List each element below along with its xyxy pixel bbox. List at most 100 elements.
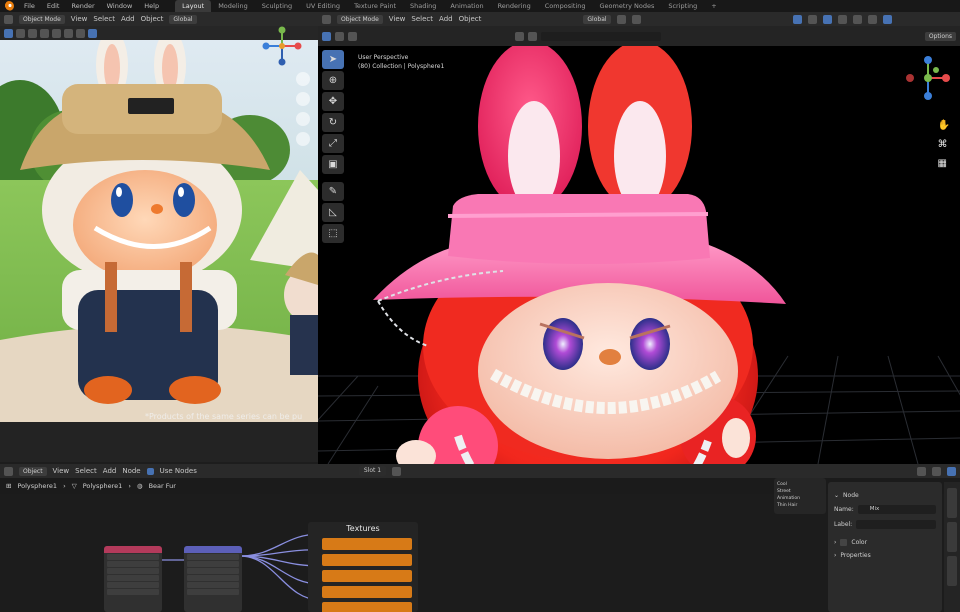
- breadcrumb-item[interactable]: Polysphere1: [17, 482, 57, 490]
- tab-modeling[interactable]: Modeling: [211, 0, 255, 12]
- navigation-gizmo-icon[interactable]: [902, 52, 954, 104]
- breadcrumb-item[interactable]: Bear Fur: [149, 482, 176, 490]
- move-tool-icon[interactable]: ✥: [322, 92, 344, 111]
- list-item[interactable]: Animation: [777, 495, 823, 502]
- viewport-orientation-dropdown[interactable]: Global: [583, 14, 611, 24]
- tab-compositing[interactable]: Compositing: [538, 0, 593, 12]
- mode-dropdown[interactable]: Object Mode: [19, 14, 65, 24]
- editor-type-icon[interactable]: [4, 466, 13, 476]
- cursor-icon[interactable]: [16, 28, 25, 38]
- properties-row[interactable]: › Properties: [834, 552, 936, 559]
- menu-add[interactable]: Add: [121, 15, 135, 23]
- tab-node[interactable]: [947, 488, 957, 518]
- menu-object[interactable]: Object: [141, 15, 164, 23]
- move-icon[interactable]: [28, 28, 37, 38]
- color-row[interactable]: › Color: [834, 539, 936, 546]
- list-item[interactable]: Cool: [777, 481, 823, 488]
- options-button[interactable]: Options: [924, 31, 956, 41]
- proportional-icon[interactable]: [631, 14, 641, 24]
- select-mode-icon[interactable]: [335, 31, 344, 41]
- node-socket[interactable]: [187, 575, 239, 581]
- list-item[interactable]: Street: [777, 488, 823, 495]
- tab-rendering[interactable]: Rendering: [491, 0, 538, 12]
- viewport-menu-select[interactable]: Select: [411, 15, 433, 23]
- menu-help[interactable]: Help: [138, 2, 165, 10]
- overlay-node-icon[interactable]: [947, 466, 956, 476]
- slot-dropdown[interactable]: Slot 1: [358, 466, 387, 476]
- editor-type-icon[interactable]: [322, 14, 331, 24]
- perspective-toggle-icon[interactable]: ▦: [938, 158, 950, 169]
- axis-gizmo-icon[interactable]: [258, 26, 306, 66]
- use-nodes-checkbox[interactable]: [146, 467, 154, 475]
- image-texture-node[interactable]: [322, 586, 412, 598]
- pin-icon[interactable]: [917, 466, 926, 476]
- shader-object-dropdown[interactable]: Object: [19, 466, 47, 476]
- image-texture-node[interactable]: [322, 538, 412, 550]
- shader-node[interactable]: [104, 546, 162, 612]
- measure-tool-icon[interactable]: ◺: [322, 203, 344, 222]
- node-socket[interactable]: [107, 554, 159, 560]
- xray-icon[interactable]: [52, 28, 61, 38]
- 3d-viewport[interactable]: User Perspective (80) Collection | Polys…: [318, 46, 960, 464]
- viewport-menu-add[interactable]: Add: [439, 15, 453, 23]
- blender-logo-icon[interactable]: [4, 1, 14, 11]
- visibility-icon[interactable]: [792, 14, 802, 24]
- node-socket[interactable]: [107, 582, 159, 588]
- snap-icon[interactable]: [616, 14, 626, 24]
- tab-sculpting[interactable]: Sculpting: [255, 0, 299, 12]
- shader-menu-node[interactable]: Node: [122, 467, 140, 475]
- textures-frame[interactable]: Textures: [308, 522, 418, 612]
- node-socket[interactable]: [107, 568, 159, 574]
- orientation-dropdown[interactable]: Global: [169, 14, 197, 24]
- image-texture-node[interactable]: [322, 602, 412, 612]
- select-box-icon[interactable]: [4, 28, 13, 38]
- tab-layout[interactable]: Layout: [175, 0, 212, 12]
- tab-shading[interactable]: Shading: [403, 0, 443, 12]
- node-socket[interactable]: [107, 589, 159, 595]
- rotate-tool-icon[interactable]: ↻: [322, 113, 344, 132]
- menu-view[interactable]: View: [71, 15, 88, 23]
- tab-scripting[interactable]: Scripting: [661, 0, 704, 12]
- filter-icon[interactable]: [528, 31, 537, 41]
- color-checkbox[interactable]: [840, 539, 848, 546]
- node-socket[interactable]: [187, 561, 239, 567]
- image-texture-node[interactable]: [322, 570, 412, 582]
- rendered-shading-icon[interactable]: [882, 14, 892, 24]
- add-cube-tool-icon[interactable]: ⬚: [322, 224, 344, 243]
- material-preview-icon[interactable]: [515, 31, 524, 41]
- overlay-icon[interactable]: [40, 28, 49, 38]
- breadcrumb-item[interactable]: Polysphere1: [83, 482, 123, 490]
- node-name-field[interactable]: Mix: [857, 505, 936, 514]
- select-tool-icon[interactable]: ➤: [322, 50, 344, 69]
- shader-menu-view[interactable]: View: [53, 467, 70, 475]
- tab-uv-editing[interactable]: UV Editing: [299, 0, 347, 12]
- camera-view-icon[interactable]: ⌘: [938, 139, 950, 150]
- editor-type-icon[interactable]: [4, 14, 13, 24]
- grid-icon[interactable]: [296, 132, 310, 146]
- shader-menu-select[interactable]: Select: [75, 467, 97, 475]
- tab-texture-paint[interactable]: Texture Paint: [347, 0, 403, 12]
- viewport-search-field[interactable]: [541, 31, 661, 41]
- node-section-header[interactable]: ⌄ Node: [834, 492, 936, 499]
- tab-view[interactable]: [947, 556, 957, 586]
- tab-geometry-nodes[interactable]: Geometry Nodes: [593, 0, 662, 12]
- solid-shading-icon[interactable]: [852, 14, 862, 24]
- shading-render-icon[interactable]: [88, 28, 97, 38]
- material-shading-icon[interactable]: [867, 14, 877, 24]
- menu-render[interactable]: Render: [65, 2, 100, 10]
- xray-toggle-icon[interactable]: [837, 14, 847, 24]
- overlay-toggle-icon[interactable]: [822, 14, 832, 24]
- mapping-node[interactable]: [184, 546, 242, 612]
- viewport-menu-view[interactable]: View: [389, 15, 406, 23]
- node-socket[interactable]: [187, 589, 239, 595]
- shader-menu-add[interactable]: Add: [103, 467, 117, 475]
- menu-select[interactable]: Select: [93, 15, 115, 23]
- pan-icon[interactable]: [296, 92, 310, 106]
- add-workspace-icon[interactable]: +: [704, 0, 723, 12]
- menu-file[interactable]: File: [18, 2, 41, 10]
- node-socket[interactable]: [107, 575, 159, 581]
- image-texture-node[interactable]: [322, 554, 412, 566]
- node-socket[interactable]: [187, 554, 239, 560]
- menu-edit[interactable]: Edit: [41, 2, 66, 10]
- zoom-icon[interactable]: [296, 72, 310, 86]
